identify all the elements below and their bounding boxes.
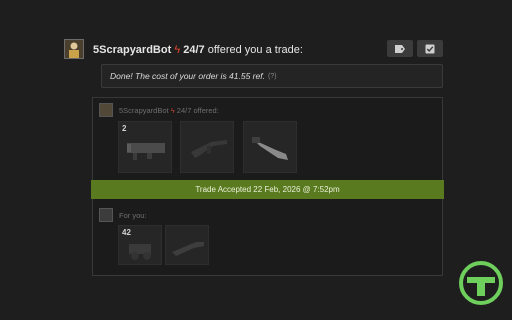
tag-button[interactable] (387, 40, 413, 57)
rocket-launcher-item[interactable]: 2 (118, 121, 172, 173)
team-fortress-logo-icon (459, 261, 503, 305)
tag-icon (395, 44, 405, 53)
knife-item[interactable] (243, 121, 297, 173)
sender-name[interactable]: 5ScrapyardBot (93, 44, 171, 56)
refined-metal-icon (129, 244, 151, 260)
their-avatar (99, 103, 113, 117)
trade-header: 5ScrapyardBot ϟ 24/7 offered you a trade… (93, 44, 303, 56)
shotgun-icon (191, 140, 227, 158)
avatar-image (65, 40, 83, 58)
knife-icon (252, 137, 288, 160)
rocket-launcher-icon (127, 143, 165, 160)
checkbox-icon (425, 44, 435, 53)
weapon-icon (172, 242, 204, 256)
your-label: For you: (119, 211, 147, 220)
your-avatar (99, 208, 113, 222)
your-side-label: For you: (119, 211, 147, 220)
sender-avatar[interactable] (64, 39, 84, 59)
sender-tag: 24/7 (183, 44, 205, 56)
checkbox-button[interactable] (417, 40, 443, 57)
bolt-icon: ϟ (170, 106, 175, 115)
item-quantity: 42 (122, 228, 131, 237)
shotgun-item[interactable] (180, 121, 234, 173)
item-quantity: 2 (122, 124, 127, 133)
refined-metal-item[interactable]: 42 (118, 225, 162, 265)
their-tag: 24/7 (176, 106, 192, 115)
their-name: 5ScrapyardBot (119, 106, 169, 115)
header-action-text: offered you a trade: (207, 44, 303, 56)
trade-message: Done! The cost of your order is 41.55 re… (101, 64, 443, 88)
bolt-icon: ϟ (174, 44, 181, 56)
message-text: Done! The cost of your order is 41.55 re… (110, 71, 265, 81)
help-link[interactable]: (?) (268, 73, 277, 80)
weapon-item[interactable] (165, 225, 209, 265)
their-side-label: 5ScrapyardBot ϟ 24/7 offered: (119, 106, 219, 115)
trade-status-bar: Trade Accepted 22 Feb, 2026 @ 7:52pm (91, 180, 444, 199)
trade-status-text: Trade Accepted 22 Feb, 2026 @ 7:52pm (195, 185, 340, 194)
their-label: offered: (193, 106, 219, 115)
